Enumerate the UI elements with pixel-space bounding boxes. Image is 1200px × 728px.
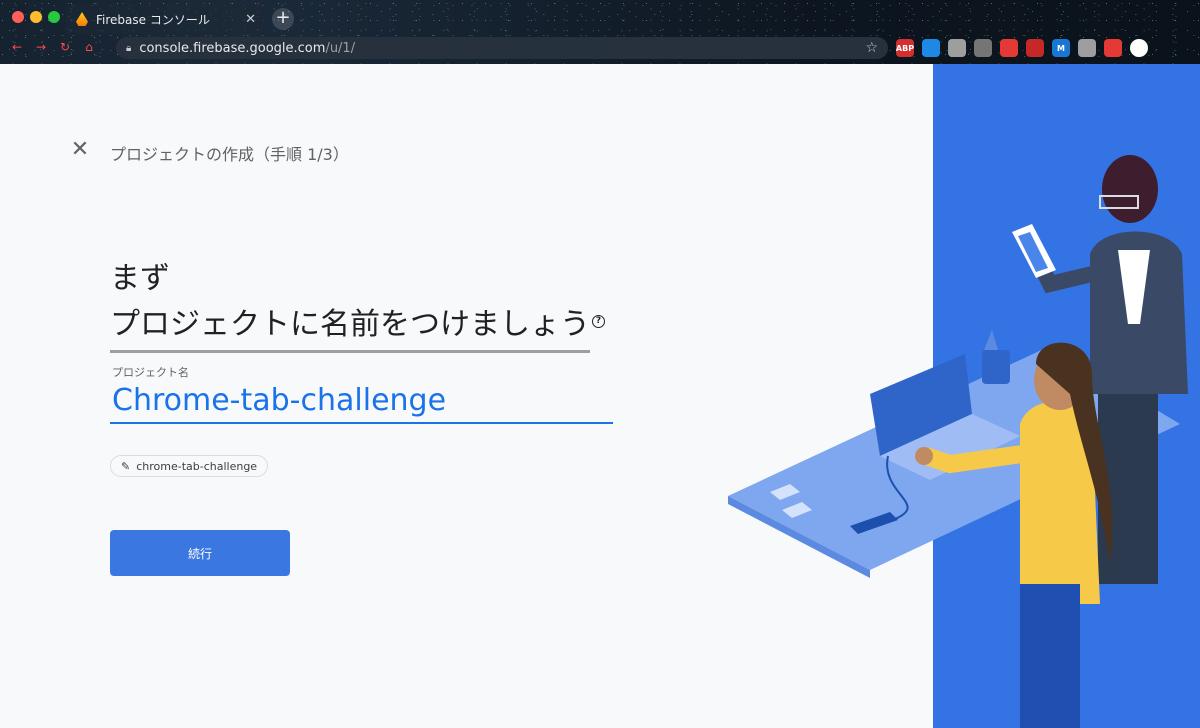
profile-avatar[interactable]	[1130, 39, 1148, 57]
project-id-text: chrome-tab-challenge	[136, 459, 258, 473]
extension-icon[interactable]	[1078, 39, 1096, 57]
nav-buttons: ← → ↻ ⌂	[10, 40, 96, 54]
browser-chrome: Firebase コンソール ✕ + ← → ↻ ⌂ 🔒︎ console.fi…	[0, 0, 1200, 64]
page-heading: まず プロジェクトに名前をつけましょう?	[110, 256, 605, 353]
project-name-input[interactable]	[110, 378, 613, 424]
lock-icon: 🔒︎	[126, 42, 132, 54]
url-host: console.firebase.google.com	[139, 40, 326, 56]
url-path: /u/1/	[325, 40, 356, 56]
window-close-button[interactable]	[12, 11, 24, 23]
tab-title: Firebase コンソール	[96, 12, 210, 27]
forward-icon[interactable]: →	[34, 40, 48, 54]
reload-icon[interactable]: ↻	[58, 40, 72, 54]
pencil-cup	[982, 350, 1010, 384]
continue-button[interactable]: 続行	[110, 530, 290, 576]
woman-hand	[915, 447, 933, 465]
pencil-icon: ✎	[121, 459, 131, 473]
back-icon[interactable]: ←	[10, 40, 24, 54]
help-icon[interactable]: ?	[592, 315, 605, 328]
extension-icon[interactable]	[974, 39, 992, 57]
home-icon[interactable]: ⌂	[82, 40, 96, 54]
woman-arm	[923, 445, 1024, 474]
extension-icon[interactable]	[922, 39, 940, 57]
url-text[interactable]: console.firebase.google.com/u/1/	[139, 41, 857, 56]
tab-close-icon[interactable]: ✕	[245, 12, 256, 27]
extension-icon[interactable]	[1026, 39, 1044, 57]
extension-icons: ABP M	[896, 39, 1148, 57]
heading-line2: プロジェクトに名前をつけましょう	[110, 302, 590, 353]
extension-icon[interactable]: ABP	[896, 39, 914, 57]
close-icon[interactable]: ✕	[70, 139, 90, 161]
extension-icon[interactable]	[1000, 39, 1018, 57]
browser-tab[interactable]: Firebase コンソール ✕	[66, 4, 266, 34]
heading-line1: まず	[110, 261, 170, 296]
create-project-page: ✕ プロジェクトの作成（手順 1/3） まず プロジェクトに名前をつけましょう?…	[0, 64, 1200, 728]
new-tab-button[interactable]: +	[272, 8, 294, 30]
extension-icon[interactable]	[1104, 39, 1122, 57]
bookmark-star-icon[interactable]: ☆	[865, 40, 878, 56]
window-maximize-button[interactable]	[48, 11, 60, 23]
developers-illustration	[728, 64, 1200, 728]
step-title: プロジェクトの作成（手順 1/3）	[110, 145, 349, 164]
extension-icon[interactable]	[948, 39, 966, 57]
window-minimize-button[interactable]	[30, 11, 42, 23]
firebase-icon	[76, 12, 88, 26]
project-id-chip[interactable]: ✎ chrome-tab-challenge	[110, 455, 269, 477]
man-head	[1102, 155, 1158, 223]
woman-jeans	[1020, 584, 1080, 728]
address-bar[interactable]: 🔒︎ console.firebase.google.com/u/1/ ☆	[116, 37, 888, 59]
extension-icon[interactable]: M	[1052, 39, 1070, 57]
